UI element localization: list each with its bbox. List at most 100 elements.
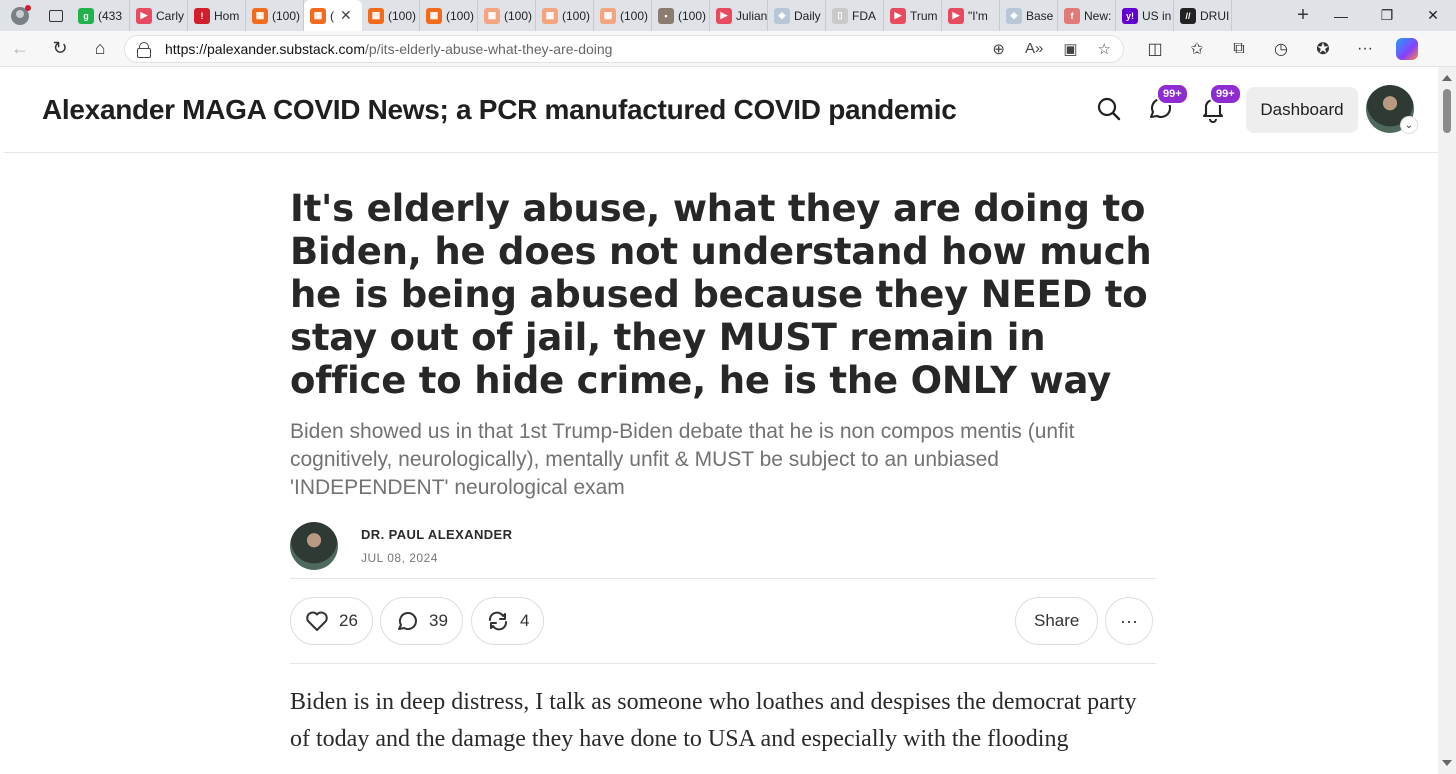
browser-tab[interactable]: ▶ Trum — [884, 0, 942, 31]
lock-icon[interactable] — [137, 41, 151, 58]
browser-tab[interactable]: ◈ Base — [1000, 0, 1058, 31]
tab-favicon-icon: f — [1064, 7, 1080, 24]
tab-favicon-icon: ▯ — [832, 7, 848, 24]
tab-label: FDA — [852, 8, 876, 23]
tab-favicon-icon: ▦ — [484, 7, 500, 24]
browser-tab[interactable]: y! US in — [1116, 0, 1174, 31]
publication-title[interactable]: Alexander MAGA COVID News; a PCR manufac… — [42, 94, 957, 126]
scroll-up-icon[interactable] — [1442, 75, 1452, 81]
heart-icon — [306, 611, 328, 631]
notifications-button[interactable]: 99+ — [1199, 83, 1242, 123]
tab-favicon-icon: ▦ — [542, 7, 558, 24]
search-icon[interactable] — [1095, 95, 1123, 123]
extensions-icon[interactable]: ✪ — [1302, 31, 1344, 67]
close-window-icon[interactable]: ✕ — [1410, 0, 1456, 31]
address-bar[interactable]: https://palexander.substack.com/p/its-el… — [124, 34, 1124, 63]
tab-label: (100) — [678, 8, 707, 23]
browser-tab[interactable]: ▦ (100) — [246, 0, 304, 31]
post-date: JUL 08, 2024 — [361, 551, 438, 565]
scroll-thumb[interactable] — [1443, 89, 1451, 133]
browser-tab[interactable]: ◈ Daily — [768, 0, 826, 31]
restack-button[interactable]: 4 — [471, 597, 545, 645]
new-tab-button[interactable]: + — [1288, 4, 1318, 27]
tab-label: Julian — [736, 8, 768, 23]
tab-label: US in — [1142, 8, 1172, 23]
browser-tab[interactable]: ▦ (100) — [362, 0, 420, 31]
close-tab-icon[interactable]: ✕ — [340, 7, 352, 24]
article-body-paragraph: Biden is in deep distress, I talk as som… — [290, 689, 1137, 752]
refresh-icon[interactable]: ↻ — [40, 31, 80, 67]
browser-tab[interactable]: ▯ FDA — [826, 0, 884, 31]
restore-icon[interactable]: ❐ — [1364, 0, 1410, 31]
browser-tab[interactable]: f New: — [1058, 0, 1116, 31]
article-title: It's elderly abuse, what they are doing … — [290, 187, 1152, 402]
author-avatar[interactable] — [290, 522, 338, 570]
zoom-icon[interactable]: ⊕ — [992, 40, 1005, 58]
tab-label: (100) — [388, 8, 417, 23]
back-icon[interactable]: ← — [0, 31, 40, 67]
tab-label: Carly — [156, 8, 185, 23]
tab-label: ( — [330, 8, 334, 23]
browser-tab[interactable]: g (433 — [72, 0, 130, 31]
user-avatar[interactable]: ⌄ — [1366, 85, 1418, 134]
chevron-down-icon[interactable]: ⌄ — [1400, 116, 1418, 134]
browser-tab[interactable]: ▦ (100) — [594, 0, 652, 31]
tab-favicon-icon: ▶ — [136, 7, 152, 24]
favorites-icon[interactable]: ✩ — [1176, 31, 1218, 67]
comment-button[interactable]: 39 — [380, 597, 463, 645]
page-scrollbar[interactable] — [1438, 67, 1456, 774]
tab-label: (433 — [98, 8, 123, 23]
chat-badge: 99+ — [1156, 83, 1189, 105]
tab-label: Daily — [794, 8, 821, 23]
window-controls: — ❐ ✕ — [1318, 0, 1456, 31]
browser-tab[interactable]: ▶ Carly — [130, 0, 188, 31]
collections-icon[interactable]: ⧉ — [1218, 31, 1260, 67]
immersive-reader-icon[interactable]: ▣ — [1063, 40, 1077, 58]
tab-label: Trum — [910, 8, 938, 23]
author-name[interactable]: DR. PAUL ALEXANDER — [361, 527, 512, 542]
browser-tab[interactable]: // DRUI — [1174, 0, 1232, 31]
web-page: Alexander MAGA COVID News; a PCR manufac… — [4, 67, 1438, 774]
minimize-icon[interactable]: — — [1318, 0, 1364, 31]
tab-favicon-icon: ! — [194, 7, 210, 24]
browser-tab[interactable]: ▦ (100) — [420, 0, 478, 31]
browser-tab[interactable]: ! Hom — [188, 0, 246, 31]
favorite-star-icon[interactable]: ☆ — [1098, 40, 1111, 58]
share-button[interactable]: Share — [1015, 597, 1099, 645]
browser-tab[interactable]: ▶ Julian — [710, 0, 768, 31]
scroll-down-icon[interactable] — [1442, 760, 1452, 766]
browser-tab[interactable]: ▪ (100) — [652, 0, 710, 31]
like-button[interactable]: 26 — [290, 597, 373, 645]
like-count: 26 — [339, 611, 358, 630]
tab-favicon-icon: ▶ — [948, 7, 964, 24]
tab-label: (100) — [446, 8, 475, 23]
tab-label: Base — [1026, 8, 1054, 23]
tab-favicon-icon: ▶ — [716, 7, 732, 24]
tab-actions-icon[interactable] — [40, 0, 72, 31]
tab-favicon-icon: ▦ — [368, 7, 384, 24]
home-icon[interactable]: ⌂ — [80, 31, 120, 67]
browser-tab[interactable]: ▶ "I'm — [942, 0, 1000, 31]
read-aloud-icon[interactable]: A» — [1025, 40, 1043, 58]
url-text[interactable]: https://palexander.substack.com/p/its-el… — [165, 41, 992, 57]
browser-tab[interactable]: ▦ (100) — [536, 0, 594, 31]
browser-tab[interactable]: ▦ (100) — [478, 0, 536, 31]
post-actions: 26 39 4 Share ··· — [290, 579, 1156, 663]
article-subtitle: Biden showed us in that 1st Trump-Biden … — [290, 420, 1075, 499]
tab-label: "I'm — [968, 8, 988, 23]
tab-favicon-icon: y! — [1122, 7, 1138, 24]
copilot-button[interactable] — [1386, 31, 1428, 67]
more-options-icon[interactable]: ··· — [1105, 597, 1153, 645]
browser-tab[interactable]: ▦ (✕ — [304, 0, 362, 31]
profile-icon[interactable] — [0, 0, 40, 31]
browser-toolbar: ← ↻ ⌂ https://palexander.substack.com/p/… — [0, 31, 1456, 67]
history-icon[interactable]: ◷ — [1260, 31, 1302, 67]
dashboard-button[interactable]: Dashboard — [1246, 87, 1358, 133]
byline: DR. PAUL ALEXANDER JUL 08, 2024 — [290, 522, 1156, 578]
tab-favicon-icon: ▦ — [252, 7, 268, 24]
copilot-icon — [1396, 37, 1418, 60]
chat-button[interactable]: 99+ — [1146, 83, 1189, 123]
tab-favicon-icon: ▦ — [600, 7, 616, 24]
split-screen-icon[interactable]: ◫ — [1134, 31, 1176, 67]
settings-more-icon[interactable]: ··· — [1344, 31, 1386, 67]
